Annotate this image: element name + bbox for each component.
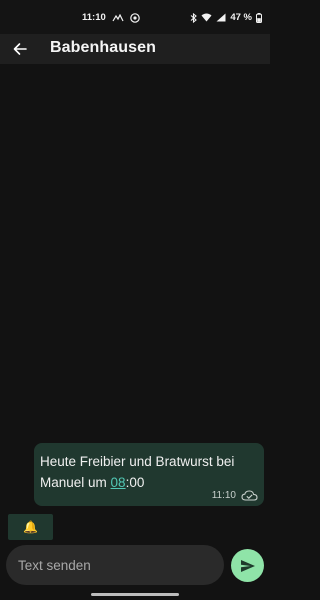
send-button[interactable] bbox=[231, 549, 264, 582]
message-text-part: :00 bbox=[125, 475, 145, 490]
app-bar: Babenhausen bbox=[0, 34, 270, 64]
send-icon bbox=[240, 559, 256, 573]
bluetooth-icon bbox=[190, 12, 198, 23]
message-bubble[interactable]: Heute Freibier und Bratwurst bei Manuel … bbox=[34, 443, 264, 506]
chat-area[interactable]: Heute Freibier und Bratwurst bei Manuel … bbox=[0, 64, 270, 540]
battery-icon bbox=[256, 12, 262, 23]
message-input[interactable] bbox=[18, 557, 212, 573]
message-time-link[interactable]: 08 bbox=[111, 475, 126, 490]
status-bar: 11:10 47 % bbox=[0, 0, 270, 34]
notification-chip[interactable]: 🔔 bbox=[8, 514, 53, 540]
status-time: 11:10 bbox=[82, 12, 106, 23]
message-input-container[interactable] bbox=[6, 545, 224, 585]
vpn-icon bbox=[129, 12, 140, 23]
arrow-left-icon bbox=[13, 42, 27, 56]
gesture-bar[interactable] bbox=[91, 593, 179, 596]
cloud-check-icon bbox=[241, 490, 258, 501]
wifi-icon bbox=[201, 13, 212, 22]
signal-strength-icon bbox=[112, 13, 124, 22]
message-meta: 11:10 bbox=[212, 490, 258, 501]
back-button[interactable] bbox=[8, 37, 32, 61]
page-title: Babenhausen bbox=[50, 39, 157, 56]
status-left: 11:10 bbox=[82, 12, 140, 23]
status-right: 47 % bbox=[190, 12, 262, 23]
bell-icon: 🔔 bbox=[23, 520, 38, 534]
battery-percent: 47 % bbox=[230, 12, 252, 23]
cell-signal-icon bbox=[216, 13, 226, 22]
message-text: Heute Freibier und Bratwurst bei Manuel … bbox=[40, 451, 258, 493]
message-time: 11:10 bbox=[211, 490, 236, 501]
